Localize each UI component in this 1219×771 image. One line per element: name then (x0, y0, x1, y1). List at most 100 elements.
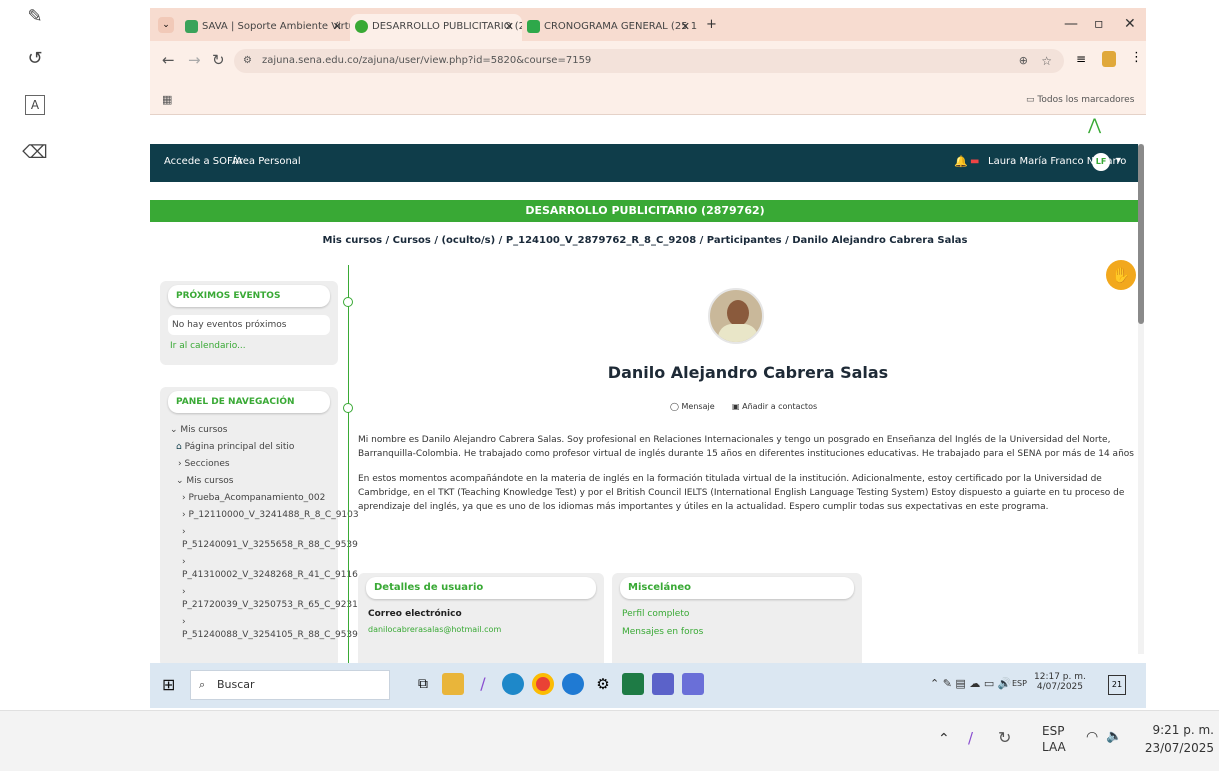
breadcrumb[interactable]: Mis cursos / Cursos / (oculto/s) / P_124… (150, 235, 1140, 246)
bell-icon[interactable]: 🔔 (954, 155, 968, 168)
sena-logo-partial (164, 115, 254, 127)
notifications-icon[interactable]: 21 (1108, 675, 1126, 695)
eraser-icon[interactable]: ⌫ (22, 140, 48, 166)
nav-tree-chevron-icon[interactable]: › (182, 527, 186, 537)
profile-icon[interactable] (1102, 51, 1116, 67)
close-tab-icon[interactable]: ✕ (681, 14, 690, 39)
chrome-icon[interactable] (532, 673, 554, 695)
calendar-link[interactable]: Ir al calendario... (170, 341, 246, 351)
sava-favicon-icon (185, 20, 198, 33)
reload-icon[interactable]: ↻ (212, 51, 225, 69)
site-navbar: Accede a SOFIA Área Personal 🔔 ▬ Laura M… (150, 144, 1140, 182)
avatar[interactable]: LF (1092, 153, 1110, 171)
windows-start-icon[interactable]: ⊞ (162, 675, 175, 694)
address-book-icon: ▣ (732, 402, 740, 411)
nav-tree-chevron-icon[interactable]: › (182, 617, 186, 627)
timeline-dot (343, 297, 353, 307)
nav-tree-my-courses-sub[interactable]: ⌄ Mis cursos (176, 476, 233, 486)
tab-search-icon[interactable]: ⌄ (158, 17, 174, 33)
events-block-title: PRÓXIMOS EVENTOS (168, 285, 330, 307)
nav-tree-chevron-icon[interactable]: › (182, 587, 186, 597)
zoom-icon[interactable]: ⊕ (1019, 49, 1028, 73)
screen: ✎ ↺ A ⌫ ⌄ SAVA | Soporte Ambiente Virtu … (0, 0, 1219, 771)
system-tray-icons[interactable]: ⌃ ✎ ▤ ☁ ▭ 🔊 (930, 677, 1011, 690)
nav-tree-my-courses[interactable]: ⌄ Mis cursos (170, 425, 227, 435)
home-icon: ⌂ (176, 442, 182, 452)
bookmark-star-icon[interactable]: ☆ (1041, 49, 1052, 73)
maximize-icon[interactable]: ▫ (1094, 16, 1104, 32)
browser-toolbar: ← → ↻ ⚙ zajuna.sena.edu.co/zajuna/user/v… (150, 41, 1146, 89)
volume-icon[interactable]: 🔈 (1106, 729, 1122, 744)
tab-sava[interactable]: SAVA | Soporte Ambiente Virtu ✕ (180, 14, 350, 41)
excel-icon[interactable] (622, 673, 644, 695)
scrollbar-thumb[interactable] (1138, 144, 1144, 324)
minimize-icon[interactable]: — (1064, 16, 1078, 32)
lasso-icon[interactable]: ↺ (22, 46, 48, 72)
email-label: Correo electrónico (368, 609, 462, 619)
zajuna-favicon-icon (355, 20, 368, 33)
events-block: PRÓXIMOS EVENTOS No hay eventos próximos… (160, 281, 338, 365)
chevron-up-icon[interactable]: ⌃ (938, 731, 950, 747)
profile-description-2: En estos momentos acompañándote en la ma… (358, 474, 1125, 512)
profile-name: Danilo Alejandro Cabrera Salas (607, 363, 889, 382)
new-tab-button[interactable]: + (706, 17, 717, 32)
pen-app-icon[interactable]: / (472, 673, 494, 695)
back-icon[interactable]: ← (162, 51, 175, 69)
edge-icon[interactable] (502, 673, 524, 695)
close-tab-icon[interactable]: ✕ (505, 14, 514, 39)
nav-link-area-personal[interactable]: Área Personal (232, 156, 301, 167)
nav-tree-course-item[interactable]: › Prueba_Acompanamiento_002 (182, 493, 325, 503)
forum-posts-link[interactable]: Mensajes en foros (622, 627, 703, 637)
message-button[interactable]: ◯ Mensaje (670, 402, 715, 411)
sync-icon[interactable]: ↻ (998, 728, 1011, 747)
tab-cronograma[interactable]: CRONOGRAMA GENERAL (25 1 ✕ (522, 14, 698, 41)
settings-icon[interactable]: ⚙ (592, 673, 614, 695)
extensions-icon[interactable]: ≡ (1076, 52, 1086, 66)
nav-tree-course-item[interactable]: › P_12110000_V_3241488_R_8_C_9103 (182, 510, 359, 520)
chat-icon[interactable]: ▬ (970, 156, 979, 167)
teams-2-icon[interactable] (682, 673, 704, 695)
text-tool-icon[interactable]: A (25, 95, 45, 115)
nav-tree-sections[interactable]: › Secciones (178, 459, 230, 469)
navigation-block-title: PANEL DE NAVEGACIÓN (168, 391, 330, 413)
page-scrollbar[interactable] (1138, 144, 1144, 654)
language-indicator[interactable]: ESP LAA (1042, 723, 1066, 755)
email-value[interactable]: danilocabrerasalas@hotmail.com (368, 625, 501, 634)
clock[interactable]: 12:17 p. m. 4/07/2025 (1034, 672, 1086, 692)
site-info-icon[interactable]: ⚙ (243, 49, 252, 73)
nav-link-sofia[interactable]: Accede a SOFIA (164, 156, 243, 167)
full-profile-link[interactable]: Perfil completo (622, 609, 689, 619)
nav-tree-course-item[interactable]: P_51240088_V_3254105_R_88_C_9539 (182, 630, 358, 640)
close-tab-icon[interactable]: ✕ (333, 14, 342, 39)
course-title-bar[interactable]: DESARROLLO PUBLICITARIO (2879762) (150, 200, 1140, 222)
forward-icon[interactable]: → (188, 51, 201, 69)
skype-icon[interactable] (562, 673, 584, 695)
profile-description-1: Mi nombre es Danilo Alejandro Cabrera Sa… (358, 435, 1134, 459)
clock[interactable]: 9:21 p. m. 23/07/2025 (1140, 721, 1214, 757)
accessibility-icon[interactable]: ✋ (1106, 260, 1136, 290)
pen-tray-icon[interactable]: / (968, 729, 973, 747)
tab-desarrollo-publicitario[interactable]: DESARROLLO PUBLICITARIO (2 ✕ (350, 14, 522, 41)
close-window-icon[interactable]: ✕ (1124, 16, 1136, 32)
apps-icon[interactable]: ▦ (162, 93, 172, 106)
timeline-dot (343, 403, 353, 413)
search-icon: ⌕ (199, 678, 206, 691)
nav-tree-course-item[interactable]: P_41310002_V_3248268_R_41_C_9116 (182, 570, 358, 580)
all-bookmarks-button[interactable]: ▭ Todos los marcadores (1026, 95, 1134, 105)
nav-tree-course-item[interactable]: P_21720039_V_3250753_R_65_C_9231 (182, 600, 358, 610)
chevron-down-icon[interactable]: ▾ (1116, 155, 1121, 166)
task-view-icon[interactable]: ⧉ (412, 673, 434, 695)
add-contact-button[interactable]: ▣ Añadir a contactos (732, 402, 817, 411)
nav-tree-course-item[interactable]: P_51240091_V_3255658_R_88_C_9539 (182, 540, 358, 550)
wifi-icon[interactable]: ◠ (1086, 729, 1098, 745)
taskbar-search-input[interactable]: ⌕ Buscar (190, 670, 390, 700)
menu-icon[interactable]: ⋮ (1130, 50, 1143, 65)
address-bar[interactable]: ⚙ zajuna.sena.edu.co/zajuna/user/view.ph… (234, 49, 1064, 73)
file-explorer-icon[interactable] (442, 673, 464, 695)
nav-tree-chevron-icon[interactable]: › (182, 557, 186, 567)
nav-tree-home[interactable]: ⌂ Página principal del sitio (176, 442, 294, 452)
teams-icon[interactable] (652, 673, 674, 695)
language-indicator[interactable]: ESP (1012, 679, 1027, 688)
pen-icon[interactable]: ✎ (22, 4, 48, 30)
chat-bubble-icon: ◯ (670, 402, 679, 411)
